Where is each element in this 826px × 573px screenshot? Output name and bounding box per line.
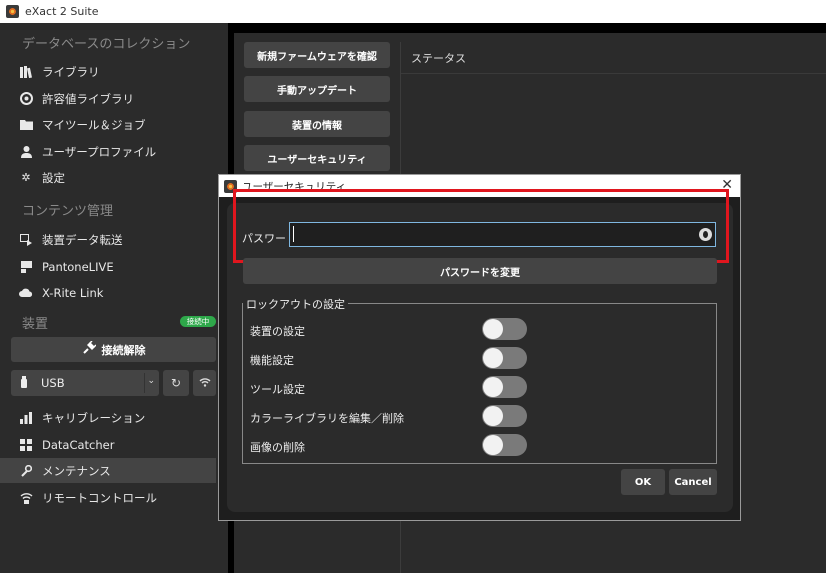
toggle-function-settings[interactable] xyxy=(482,347,527,369)
pantone-icon xyxy=(19,260,33,274)
sidebar-item-label: ライブラリ xyxy=(42,64,100,79)
wifi-icon xyxy=(199,376,211,390)
sidebar-item-label: 設定 xyxy=(42,170,65,185)
change-password-button[interactable]: パスワードを変更 xyxy=(243,258,717,284)
user-security-button[interactable]: ユーザーセキュリティ xyxy=(244,145,390,171)
connection-value: USB xyxy=(41,376,65,390)
text-caret xyxy=(293,226,294,242)
toggle-delete-images[interactable] xyxy=(482,434,527,456)
password-field[interactable] xyxy=(289,222,716,247)
sidebar-item-maintenance[interactable]: メンテナンス xyxy=(0,458,216,483)
device-header: 装置 xyxy=(22,317,49,332)
sidebar-item-label: 許容値ライブラリ xyxy=(42,91,134,106)
refresh-icon: ↻ xyxy=(170,376,182,390)
remote-icon xyxy=(19,491,33,505)
sidebar-item-xrite-link[interactable]: X-Rite Link xyxy=(0,280,216,305)
app-logo-icon xyxy=(6,5,19,18)
sidebar-item-user-profile[interactable]: ユーザープロファイル xyxy=(0,139,216,164)
sidebar-item-tolerance-library[interactable]: 許容値ライブラリ xyxy=(0,86,216,111)
wrench-icon xyxy=(19,464,33,478)
device-info-button[interactable]: 装置の情報 xyxy=(244,111,390,137)
sidebar: データベースのコレクション ライブラリ 許容値ライブラリ マイツール＆ジョブ ユ… xyxy=(0,23,228,573)
lockout-label-delete-images: 画像の削除 xyxy=(250,441,305,454)
lockout-label-tool-settings: ツール設定 xyxy=(250,383,305,396)
password-input[interactable] xyxy=(290,223,715,246)
toggle-device-settings[interactable] xyxy=(482,318,527,340)
sidebar-item-device-transfer[interactable]: 装置データ転送 xyxy=(0,227,216,252)
usb-icon xyxy=(21,375,27,391)
user-icon xyxy=(19,145,33,159)
target-icon xyxy=(19,92,33,106)
collection-header: データベースのコレクション xyxy=(22,37,191,52)
status-header: ステータス xyxy=(401,42,826,74)
sidebar-item-datacatcher[interactable]: DataCatcher xyxy=(0,432,216,457)
chevron-down-icon: ⌄ xyxy=(147,376,155,386)
sidebar-item-library[interactable]: ライブラリ xyxy=(0,59,216,84)
window-title: eXact 2 Suite xyxy=(25,5,99,18)
lockout-settings-group xyxy=(242,303,717,464)
connection-select[interactable]: USB ⌄ xyxy=(11,370,159,396)
grid-icon xyxy=(19,438,33,452)
transfer-icon xyxy=(19,233,33,247)
refresh-button[interactable]: ↻ xyxy=(163,370,189,396)
folder-icon xyxy=(19,118,33,132)
sidebar-item-label: X-Rite Link xyxy=(42,285,104,300)
books-icon xyxy=(19,65,33,79)
window-titlebar: eXact 2 Suite xyxy=(0,0,826,23)
connected-badge: 接続中 xyxy=(180,316,216,327)
eye-icon[interactable] xyxy=(699,228,712,241)
sidebar-item-label: ユーザープロファイル xyxy=(42,144,157,159)
toggle-edit-color-library[interactable] xyxy=(482,405,527,427)
sidebar-item-label: リモートコントロール xyxy=(42,490,157,505)
sidebar-item-label: 装置データ転送 xyxy=(42,232,123,247)
sidebar-item-settings[interactable]: ✲ 設定 xyxy=(0,165,216,190)
sidebar-item-pantonelive[interactable]: PantoneLIVE xyxy=(0,254,216,279)
sidebar-item-label: DataCatcher xyxy=(42,437,115,452)
wifi-button[interactable] xyxy=(193,370,216,396)
lockout-label-device-settings: 装置の設定 xyxy=(250,325,305,338)
cloud-icon xyxy=(19,286,33,300)
lockout-legend: ロックアウトの設定 xyxy=(243,296,348,312)
cancel-button[interactable]: Cancel xyxy=(669,469,717,495)
check-firmware-button[interactable]: 新規ファームウェアを確認 xyxy=(244,42,390,68)
manual-update-button[interactable]: 手動アップデート xyxy=(244,76,390,102)
sidebar-item-label: メンテナンス xyxy=(42,463,111,478)
sidebar-item-calibration[interactable]: キャリブレーション xyxy=(0,405,216,430)
calibration-icon xyxy=(19,411,33,425)
sidebar-item-label: マイツール＆ジョブ xyxy=(42,117,146,132)
sidebar-item-remote-control[interactable]: リモートコントロール xyxy=(0,485,216,510)
content-header: コンテンツ管理 xyxy=(22,204,114,219)
user-security-dialog: ユーザーセキュリティ ✕ パスワード パスワードを変更 ロックアウトの設定 装置… xyxy=(218,174,741,521)
lockout-label-function-settings: 機能設定 xyxy=(250,354,294,367)
sidebar-item-label: PantoneLIVE xyxy=(42,259,114,274)
lockout-label-edit-color-library: カラーライブラリを編集／削除 xyxy=(250,412,404,425)
sidebar-item-my-tools-jobs[interactable]: マイツール＆ジョブ xyxy=(0,112,216,137)
disconnect-button[interactable]: 接続解除 xyxy=(11,337,216,362)
sidebar-item-label: キャリブレーション xyxy=(42,410,146,425)
toggle-tool-settings[interactable] xyxy=(482,376,527,398)
gear-icon: ✲ xyxy=(21,171,31,184)
select-divider xyxy=(144,373,145,393)
disconnect-label: 接続解除 xyxy=(101,343,146,357)
ok-button[interactable]: OK xyxy=(621,469,665,495)
plug-icon xyxy=(82,340,97,358)
